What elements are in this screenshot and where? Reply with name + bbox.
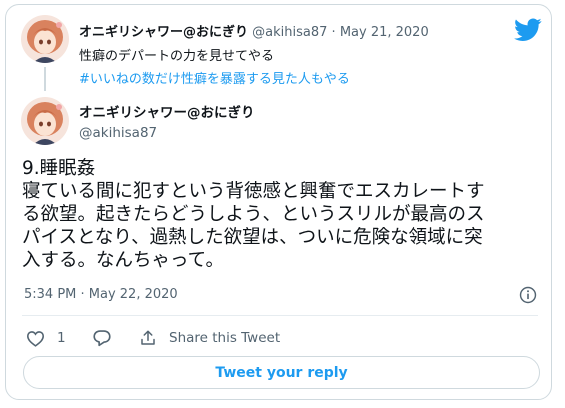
tweet-card: オニギリシャワー@おにぎり @akihisa87 · May 21, 2020 … — [5, 4, 552, 400]
tweet-timestamp[interactable]: 5:34 PM · May 22, 2020 — [24, 287, 178, 302]
avatar-illustration — [21, 97, 69, 145]
quoted-date[interactable]: May 21, 2020 — [340, 25, 429, 40]
like-button[interactable]: 1 — [26, 328, 66, 348]
share-label: Share this Tweet — [169, 330, 281, 346]
share-icon — [141, 330, 155, 345]
author-handle[interactable]: @akihisa87 — [79, 125, 157, 141]
quoted-author-name[interactable]: オニギリシャワー@おにぎり — [79, 25, 248, 40]
like-count: 1 — [57, 330, 66, 346]
speech-bubble-icon — [93, 330, 111, 347]
avatar-illustration — [21, 15, 69, 63]
thread-connector-line — [44, 67, 46, 91]
quoted-tweet-header: オニギリシャワー@おにぎり @akihisa87 · May 21, 2020 — [79, 21, 429, 40]
info-icon[interactable] — [519, 286, 537, 304]
quoted-text-line: 性癖のデパートの力を見せてやる — [79, 49, 275, 64]
tweet-body: 9.睡眠姦 寝ている間に犯すという背徳感と興奮でエスカレートす る欲望。起きたら… — [22, 157, 542, 272]
tweet-text-line: 寝ている間に犯すという背徳感と興奮でエスカレートす — [22, 181, 485, 202]
heart-icon — [26, 330, 45, 347]
divider — [22, 315, 538, 316]
author-name[interactable]: オニギリシャワー@おにぎり — [79, 101, 255, 121]
tweet-text-line: る欲望。起きたらどうしよう、というスリルが最高のス — [22, 204, 485, 225]
avatar[interactable] — [21, 97, 69, 145]
quoted-hashtag-link[interactable]: #いいねの数だけ性癖を暴露する見た人もやる — [79, 68, 350, 87]
tweet-text-line: 9.睡眠姦 — [22, 158, 96, 179]
share-button[interactable]: Share this Tweet — [139, 328, 280, 348]
tweet-your-reply-button[interactable]: Tweet your reply — [23, 356, 540, 389]
tweet-text-line: 入する。なんちゃって。 — [22, 250, 225, 271]
reply-action-button[interactable] — [92, 328, 112, 348]
twitter-bird-icon[interactable] — [514, 18, 542, 42]
quoted-author-handle[interactable]: @akihisa87 — [252, 25, 327, 40]
tweet-text-line: パイスとなり、過熱した欲望は、ついに危険な領域に突 — [22, 227, 483, 248]
quoted-separator: · — [331, 25, 336, 40]
avatar[interactable] — [21, 15, 69, 63]
